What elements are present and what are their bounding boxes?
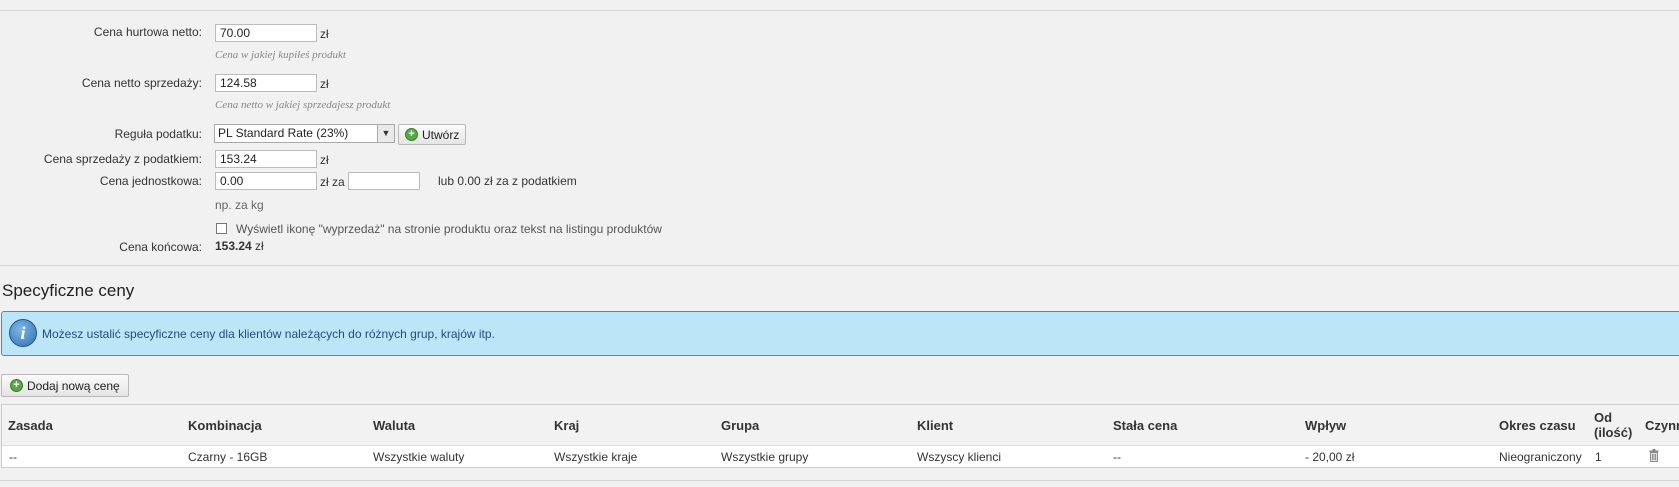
- unit-price-input[interactable]: [215, 172, 317, 190]
- final-price-value: 153.24: [215, 239, 252, 253]
- cell-klient: Wszyscy klienci: [917, 450, 1002, 464]
- net-price-label: Cena netto sprzedaży:: [81, 76, 202, 90]
- add-icon: +: [10, 379, 23, 392]
- cell-zasada: --: [9, 450, 17, 464]
- info-box: i Możesz ustalić specyficzne ceny dla kl…: [1, 311, 1679, 356]
- wholesale-price-label: Cena hurtowa netto:: [93, 25, 202, 39]
- final-price-currency: zł: [255, 239, 264, 253]
- unit-za-text: zł za: [320, 175, 345, 189]
- table-header: Zasada Kombinacja Waluta Kraj Grupa Klie…: [2, 405, 1679, 446]
- cell-od-ilosc: 1: [1595, 450, 1602, 464]
- gross-price-label: Cena sprzedaży z podatkiem:: [43, 152, 202, 166]
- cell-wplyw: - 20,00 zł: [1305, 450, 1355, 464]
- unit-example-hint: np. za kg: [215, 198, 264, 212]
- add-specific-price-label: Dodaj nową cenę: [27, 378, 120, 393]
- cell-stala-cena: --: [1113, 450, 1121, 464]
- trash-icon[interactable]: [1649, 449, 1659, 462]
- cell-kombinacja: Czarny - 16GB: [188, 450, 268, 464]
- chevron-down-icon: ▼: [377, 125, 394, 142]
- specific-prices-table: Zasada Kombinacja Waluta Kraj Grupa Klie…: [1, 404, 1679, 468]
- net-currency: zł: [320, 77, 329, 91]
- cell-waluta: Wszystkie waluty: [373, 450, 465, 464]
- col-grupa: Grupa: [721, 418, 760, 433]
- col-klient: Klient: [917, 418, 954, 433]
- bottom-divider: [0, 480, 1679, 481]
- col-od-ilosc: Od (ilość): [1594, 410, 1633, 440]
- on-sale-label: Wyświetl ikonę "wyprzedaż" na stronie pr…: [236, 222, 662, 236]
- cell-okres-czasu: Nieograniczony: [1499, 450, 1582, 464]
- net-hint: Cena netto w jakiej sprzedajesz produkt: [215, 99, 391, 111]
- wholesale-currency: zł: [320, 27, 329, 41]
- info-icon: i: [9, 319, 37, 347]
- col-waluta: Waluta: [373, 418, 416, 433]
- final-price-label: Cena końcowa:: [119, 240, 202, 254]
- top-divider: [0, 10, 1679, 11]
- net-price-input[interactable]: [215, 74, 317, 92]
- on-sale-checkbox[interactable]: [216, 223, 227, 234]
- col-kraj: Kraj: [554, 418, 580, 433]
- tax-rule-select[interactable]: PL Standard Rate (23%) ▼: [214, 124, 395, 143]
- tax-rule-label: Reguła podatku:: [114, 127, 202, 141]
- wholesale-price-input[interactable]: [215, 24, 317, 42]
- col-czynnosci: Czynn: [1645, 418, 1679, 433]
- add-icon: +: [405, 128, 418, 141]
- create-button-label: Utwórz: [422, 127, 460, 142]
- add-specific-price-button[interactable]: + Dodaj nową cenę: [1, 374, 129, 397]
- col-okres-czasu: Okres czasu: [1499, 418, 1576, 433]
- specific-prices-title: Specyficzne ceny: [2, 281, 135, 300]
- unit-per-input[interactable]: [348, 172, 420, 190]
- gross-price-input[interactable]: [215, 150, 317, 168]
- unit-price-label: Cena jednostkowa:: [99, 174, 202, 188]
- create-tax-rule-button[interactable]: + Utwórz: [398, 124, 467, 145]
- col-stala-cena: Stała cena: [1113, 418, 1178, 433]
- info-text: Możesz ustalić specyficzne ceny dla klie…: [42, 327, 495, 341]
- wholesale-hint: Cena w jakiej kupiłeś produkt: [215, 49, 346, 61]
- unit-with-tax-text: lub 0.00 zł za z podatkiem: [438, 174, 577, 188]
- cell-kraj: Wszystkie kraje: [554, 450, 638, 464]
- col-wplyw: Wpływ: [1305, 418, 1347, 433]
- gross-currency: zł: [320, 153, 329, 167]
- cell-grupa: Wszystkie grupy: [721, 450, 809, 464]
- tax-rule-selected: PL Standard Rate (23%): [218, 126, 349, 140]
- section-divider: [0, 265, 1679, 266]
- col-kombinacja: Kombinacja: [188, 418, 262, 433]
- final-price: 153.24 zł: [215, 239, 264, 253]
- col-zasada: Zasada: [8, 418, 53, 433]
